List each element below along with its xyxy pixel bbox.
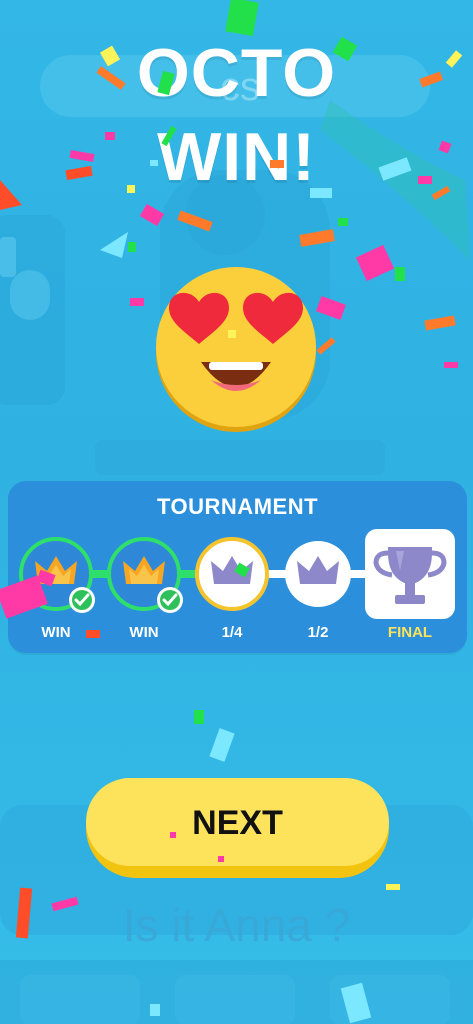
stage-2-node [107,537,183,613]
stage-label-final: FINAL [387,624,433,641]
next-button-label: NEXT [192,804,283,842]
stage-label-2: WIN [129,624,159,641]
stage-label-1: WIN [41,624,71,641]
stage-1-node [19,537,95,613]
stage-final-node [365,529,455,619]
stage-4-node [285,541,351,607]
tournament-panel: TOURNAMENT WIN WIN 1/4 1/2 FINAL [8,481,467,653]
background-question-text: Is it Anna ? [122,899,351,951]
stage-label-3: 1/4 [221,624,243,641]
stage-3-node [195,537,269,611]
heart-eyes-emoji-icon [156,267,316,432]
title-line-1: OCTO [136,35,337,111]
title-line-2: WIN! [157,119,316,195]
next-button[interactable]: NEXT [86,778,389,878]
stage-label-4: 1/2 [307,624,329,641]
